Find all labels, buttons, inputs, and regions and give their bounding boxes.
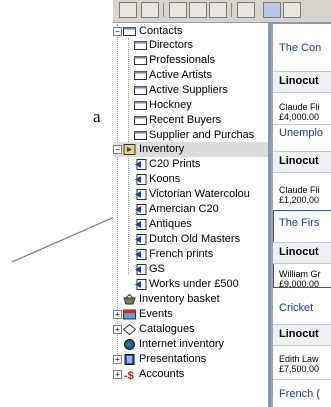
basket-icon (123, 294, 136, 305)
artwork-icon (135, 264, 147, 275)
tree-label: Recent Buyers (149, 114, 222, 126)
artwork-icon (135, 189, 147, 200)
tree-label: GS (149, 263, 165, 275)
tree-label: Victorian Watercolou (149, 188, 250, 200)
tree-item-inventory[interactable]: − Inventory (113, 142, 268, 157)
catalogue-icon (123, 324, 136, 335)
accounts-icon: -$ (124, 370, 134, 380)
tree-guide (128, 38, 129, 144)
tree-label: Presentations (139, 353, 207, 365)
card-price: £1,200.00 (279, 195, 320, 205)
card-category-label: Linocut (279, 328, 319, 340)
expand-icon[interactable]: + (113, 310, 122, 319)
address-card-icon (134, 131, 147, 140)
card-category-label: Linocut (279, 155, 319, 167)
toolbar-button[interactable] (141, 2, 159, 18)
expand-icon[interactable]: + (113, 355, 122, 364)
tree-label: Antiques (149, 218, 192, 230)
card-title[interactable]: The Firs (279, 217, 319, 229)
artwork-icon (135, 174, 147, 185)
presentation-icon (124, 354, 135, 365)
screenshot-stage: a − Contacts Directors Professionals Act… (0, 0, 331, 407)
tree-label: Amercian C20 (149, 203, 219, 215)
events-icon (123, 309, 136, 320)
tree-label: Koons (149, 173, 181, 185)
collapse-icon[interactable]: − (113, 27, 122, 36)
globe-icon (124, 339, 135, 350)
card-separator (273, 379, 331, 380)
toolbar (113, 0, 331, 23)
artwork-icon (135, 234, 147, 245)
tree-label: C20 Prints (149, 158, 201, 170)
toolbar-button[interactable] (119, 2, 137, 18)
artwork-icon (123, 144, 136, 155)
tree-label: Events (139, 308, 173, 320)
card-title[interactable]: The Con (279, 42, 321, 54)
address-card-icon (134, 101, 147, 110)
pencil-icon[interactable] (237, 2, 255, 18)
tree-label: Professionals (149, 54, 216, 66)
tree-label: Internet inventory (139, 338, 224, 350)
navigation-tree: − Contacts Directors Professionals Activ… (113, 24, 268, 407)
card-title[interactable]: Unemplo (279, 127, 323, 139)
address-card-icon (134, 41, 147, 50)
tree-label: Dutch Old Masters (149, 233, 241, 245)
tree-label: Active Suppliers (149, 84, 228, 96)
address-card-icon (134, 71, 147, 80)
address-card-icon (123, 27, 136, 36)
tree-label: Directors (149, 39, 194, 51)
card-category: Linocut (273, 242, 331, 264)
card-category-label: Linocut (279, 246, 319, 258)
tree-label: Inventory basket (139, 293, 220, 305)
tree-guide (117, 24, 118, 354)
tree-label: French prints (149, 248, 214, 260)
image-icon[interactable] (209, 2, 227, 18)
artwork-icon (135, 159, 147, 170)
address-card-icon (134, 116, 147, 125)
card-category: Linocut (273, 71, 331, 93)
artwork-icon (135, 204, 147, 215)
tree-label: Active Artists (149, 69, 212, 81)
expand-icon[interactable]: + (113, 370, 122, 379)
artwork-icon (135, 249, 147, 260)
card-price: £9,000.00 (279, 279, 320, 289)
print-icon[interactable] (169, 2, 187, 18)
card-category: Linocut (273, 324, 331, 346)
expand-icon[interactable]: + (113, 325, 122, 334)
address-card-icon (134, 86, 147, 95)
card-separator (273, 124, 331, 125)
tree-label: Works under £500 (149, 278, 239, 290)
svg-text:-$: -$ (124, 370, 134, 380)
content-panel: The Con Linocut Claude Fli £4,000.00 Une… (271, 24, 331, 407)
artwork-icon (135, 279, 147, 290)
tree-label: Accounts (139, 368, 185, 380)
toolbar-separator (231, 3, 232, 17)
tree-label: Supplier and Purchas (149, 129, 255, 141)
tree-label: Catalogues (139, 323, 195, 335)
grid-view-icon[interactable] (263, 2, 281, 18)
tree-guide (128, 154, 129, 275)
align-icon[interactable] (189, 2, 207, 18)
collapse-icon[interactable]: − (113, 145, 122, 154)
tree-label: Hockney (149, 99, 192, 111)
card-category: Linocut (273, 151, 331, 173)
tree-label: Contacts (139, 25, 183, 37)
card-price: £7,500.00 (279, 364, 320, 374)
toolbar-separator (163, 3, 164, 17)
card-title[interactable]: Cricket (279, 302, 313, 314)
list-view-icon[interactable] (283, 2, 301, 18)
tree-label: Inventory (139, 143, 185, 155)
card-title[interactable]: French ( (279, 388, 320, 400)
address-card-icon (134, 56, 147, 65)
artwork-icon (135, 219, 147, 230)
card-price: £4,000.00 (279, 112, 320, 122)
card-category-label: Linocut (279, 75, 319, 87)
document-text-fragment: a (93, 107, 101, 126)
